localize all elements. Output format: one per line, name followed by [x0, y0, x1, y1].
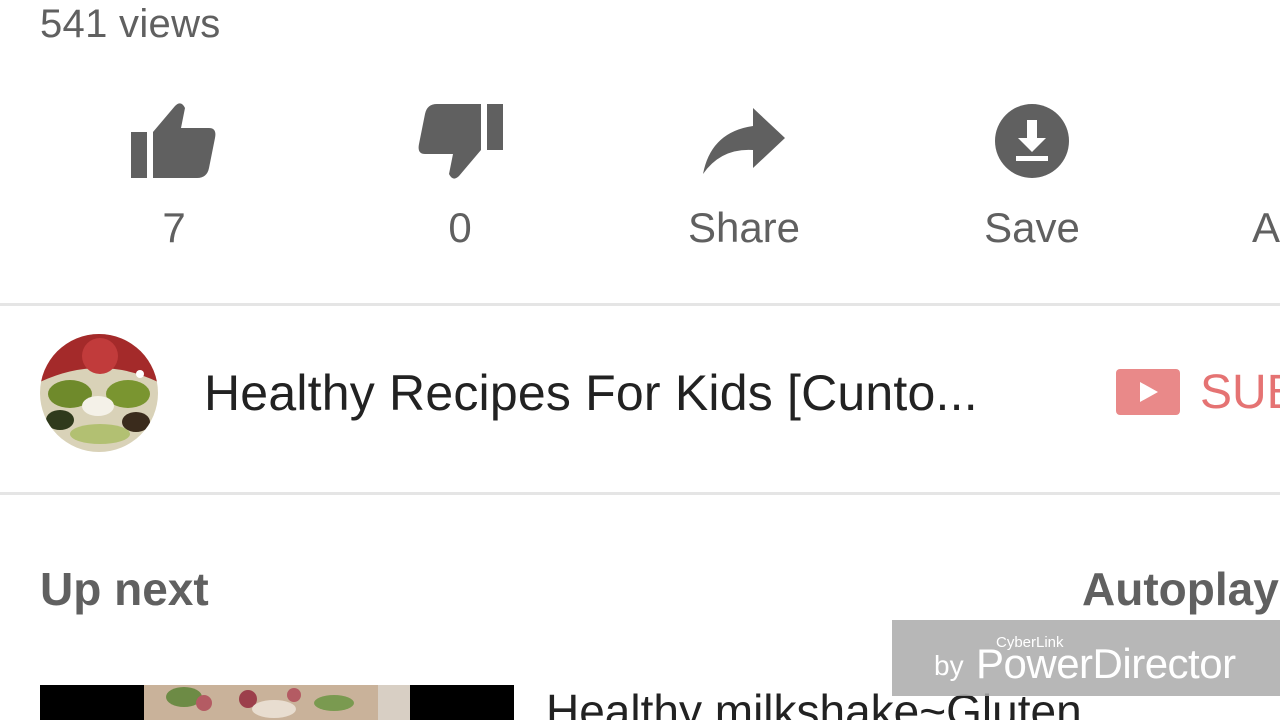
share-label: Share	[687, 204, 801, 251]
video-watch-page: 541 views 7 0 Share Save A Healthy Recip…	[0, 0, 1280, 720]
watermark-by: by	[934, 650, 964, 681]
up-next-heading: Up next	[40, 563, 209, 615]
thumbnail-image	[144, 685, 410, 720]
save-label: Save	[984, 204, 1080, 251]
dislike-count: 0	[448, 204, 472, 251]
add-label: A	[1252, 204, 1280, 251]
divider	[0, 303, 1280, 306]
view-count: 541 views	[40, 2, 221, 46]
thumbs-down-icon	[370, 96, 550, 186]
like-button[interactable]: 7	[84, 96, 264, 252]
autoplay-toggle-label[interactable]: Autoplay	[1082, 562, 1279, 616]
save-button[interactable]: Save	[942, 96, 1122, 252]
video-thumbnail[interactable]	[40, 685, 514, 720]
channel-avatar[interactable]	[40, 334, 158, 452]
share-arrow-icon	[654, 96, 834, 186]
channel-name[interactable]: Healthy Recipes For Kids [Cunto...	[204, 364, 978, 422]
download-icon	[942, 96, 1122, 186]
powerdirector-watermark: CyberLink by PowerDirector	[892, 620, 1280, 696]
watermark-product: PowerDirector	[976, 640, 1236, 687]
share-button[interactable]: Share	[654, 96, 834, 252]
subscribe-button[interactable]: SUB	[1116, 366, 1280, 419]
divider	[0, 492, 1280, 495]
youtube-play-icon	[1116, 369, 1180, 415]
dislike-button[interactable]: 0	[370, 96, 550, 252]
like-count: 7	[162, 204, 186, 251]
subscribe-label: SUB	[1200, 365, 1280, 419]
thumbs-up-icon	[84, 96, 264, 186]
add-to-button[interactable]: A	[1228, 96, 1280, 252]
